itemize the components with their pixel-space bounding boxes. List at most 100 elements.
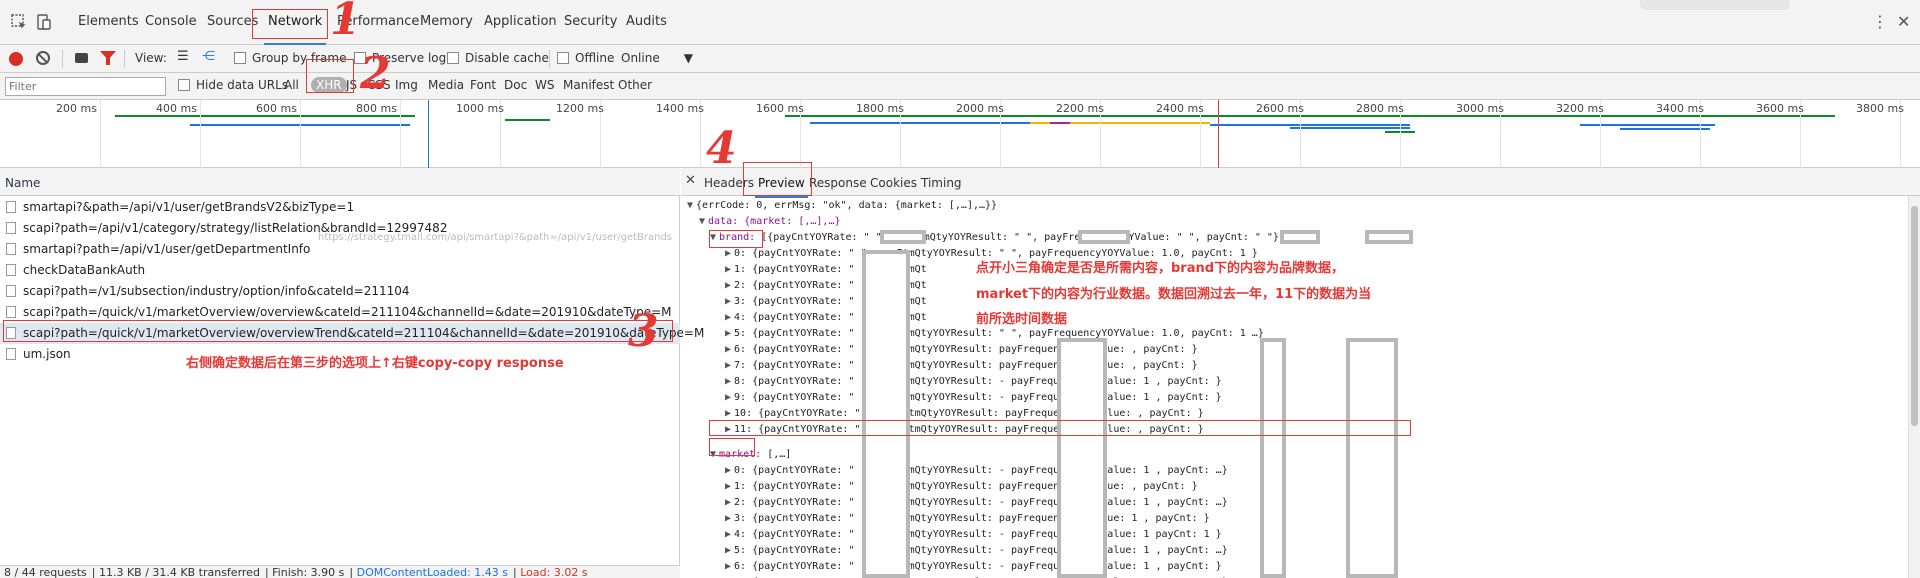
json-array-item[interactable]: ▶ 6: {payCntYOYRate: " ", payItmQtyYOYRes… bbox=[725, 344, 1198, 355]
json-item-text: 10: {payCntYOYRate: " ", payItmQtyYOYRes… bbox=[734, 408, 1204, 419]
waterfall-icon[interactable]: ⋲ bbox=[202, 49, 215, 64]
json-array-item[interactable]: ▶ 5: {payCntYOYRate: " ", payItmQtyYOYRes… bbox=[725, 545, 1228, 556]
network-toolbar: View: ☰ ⋲ Group by frame Preserve log Di… bbox=[0, 45, 1920, 73]
throttle-select[interactable]: Online ▼ bbox=[621, 51, 693, 65]
json-array-item[interactable]: ▶ 2: {payCntYOYRate: " ", payItmQtyYOYRes… bbox=[725, 497, 1228, 508]
offline-checkbox[interactable]: Offline bbox=[557, 51, 614, 65]
json-root[interactable]: ▼ {errCode: 0, errMsg: "ok", data: {marke… bbox=[687, 200, 997, 211]
view-label: View: bbox=[135, 51, 167, 65]
timeline-bar bbox=[1050, 122, 1070, 124]
url-tooltip: https://strategy.tmall.com/api/smartapi?… bbox=[318, 232, 673, 243]
collapse-triangle-icon[interactable]: ▶ bbox=[725, 545, 731, 556]
request-row[interactable]: checkDataBankAuth bbox=[0, 260, 680, 281]
collapse-triangle-icon[interactable]: ▶ bbox=[725, 481, 731, 492]
capture-screenshots-icon[interactable] bbox=[75, 53, 88, 63]
tab-cookies[interactable]: Cookies bbox=[870, 176, 917, 190]
json-array-item[interactable]: ▶ 8: {payCntYOYRate: " ", payItmQtyYOYRes… bbox=[725, 376, 1222, 387]
timeline-tick-label: 800 ms bbox=[356, 102, 397, 115]
hide-data-urls-checkbox[interactable]: Hide data URLs bbox=[178, 78, 288, 92]
collapse-triangle-icon[interactable]: ▶ bbox=[725, 280, 731, 291]
json-array-item[interactable]: ▶ 0: {payCntYOYRate: " ", payItmQtyYOYRes… bbox=[725, 465, 1228, 476]
json-array-item[interactable]: ▶ 9: {payCntYOYRate: " ", payItmQtyYOYRes… bbox=[725, 392, 1222, 403]
filter-type-doc[interactable]: Doc bbox=[504, 78, 527, 92]
tab-console[interactable]: Console bbox=[145, 14, 197, 29]
network-overview-timeline[interactable]: 200 ms 400 ms 600 ms 800 ms 1000 ms 1200 ms 14… bbox=[0, 100, 1920, 168]
timeline-tick-label: 1800 ms bbox=[856, 102, 904, 115]
request-row[interactable]: scapi?path=/v1/subsection/industry/optio… bbox=[0, 281, 680, 302]
annotation-note-right-1: 点开小三角确定是否是所需内容，brand下的内容为品牌数据， bbox=[976, 261, 1345, 276]
clear-icon[interactable] bbox=[36, 51, 50, 65]
filter-icon[interactable] bbox=[100, 51, 116, 65]
filter-type-all[interactable]: All bbox=[284, 78, 299, 92]
close-detail-icon[interactable]: ✕ bbox=[685, 173, 696, 188]
file-icon bbox=[6, 285, 16, 297]
status-bar: 8 / 44 requests | 11.3 KB / 31.4 KB trans… bbox=[0, 565, 680, 578]
filter-type-manifest[interactable]: Manifest bbox=[563, 78, 614, 92]
name-column-header[interactable]: Name bbox=[0, 168, 680, 196]
tab-application[interactable]: Application bbox=[484, 14, 557, 29]
json-array-item[interactable]: ▶ 6: {payCntYOYRate: " ", payItmQtyYOYRes… bbox=[725, 561, 1222, 572]
highlight-preview-tab bbox=[743, 162, 812, 196]
collapse-triangle-icon[interactable]: ▶ bbox=[725, 328, 731, 339]
tab-timing[interactable]: Timing bbox=[921, 176, 962, 190]
annotation-note-right-2: market下的内容为行业数据。数据回溯过去一年，11下的数据为当 bbox=[976, 287, 1372, 302]
scrollbar-thumb[interactable] bbox=[1911, 206, 1918, 426]
collapse-triangle-icon[interactable]: ▶ bbox=[725, 561, 731, 572]
more-options-icon[interactable]: ⋮ bbox=[1872, 12, 1888, 31]
tab-security[interactable]: Security bbox=[564, 14, 617, 29]
json-array-item[interactable]: ▶ 1: {payCntYOYRate: " ", payItmQtyYOYRes… bbox=[725, 481, 1198, 492]
json-brand[interactable]: ▼ brand: [{payCntYOYRate: " ", payItmQtyY… bbox=[710, 232, 1297, 243]
load-time: Load: 3.02 s bbox=[520, 566, 588, 578]
collapse-triangle-icon[interactable]: ▶ bbox=[725, 497, 731, 508]
request-row[interactable]: smartapi?&path=/api/v1/user/getBrandsV2&… bbox=[0, 197, 680, 218]
tab-audits[interactable]: Audits bbox=[626, 14, 667, 29]
collapse-triangle-icon[interactable]: ▶ bbox=[725, 264, 731, 275]
large-rows-icon[interactable]: ☰ bbox=[177, 49, 189, 64]
filter-type-media[interactable]: Media bbox=[428, 78, 464, 92]
device-toolbar-icon[interactable] bbox=[35, 13, 53, 31]
vertical-scrollbar[interactable] bbox=[1908, 196, 1920, 578]
json-array-item[interactable]: ▶ 3: {payCntYOYRate: " ", payItmQtyYOYRes… bbox=[725, 513, 1210, 524]
timeline-tick-label: 200 ms bbox=[56, 102, 97, 115]
divider bbox=[124, 50, 125, 68]
collapse-triangle-icon[interactable]: ▶ bbox=[725, 465, 731, 476]
filter-type-ws[interactable]: WS bbox=[535, 78, 554, 92]
collapse-triangle-icon[interactable]: ▶ bbox=[725, 392, 731, 403]
filter-input[interactable] bbox=[5, 77, 166, 96]
highlight-item-11 bbox=[709, 420, 1411, 436]
collapse-triangle-icon[interactable]: ▶ bbox=[725, 360, 731, 371]
disable-cache-checkbox[interactable]: Disable cache bbox=[447, 51, 549, 65]
json-array-item[interactable]: ▶7: {payCntYOYRate: " ", payItmQtyYOYRes… bbox=[725, 360, 1198, 371]
collapse-triangle-icon[interactable]: ▶ bbox=[725, 376, 731, 387]
redaction-box bbox=[1346, 338, 1398, 578]
collapse-triangle-icon[interactable]: ▶ bbox=[725, 296, 731, 307]
tab-memory[interactable]: Memory bbox=[420, 14, 473, 29]
filter-type-img[interactable]: Img bbox=[395, 78, 418, 92]
filter-type-other[interactable]: Other bbox=[618, 78, 652, 92]
collapse-triangle-icon[interactable]: ▶ bbox=[725, 529, 731, 540]
record-icon[interactable] bbox=[9, 52, 23, 66]
collapse-triangle-icon[interactable]: ▶ bbox=[725, 408, 731, 419]
collapse-triangle-icon[interactable]: ▶ bbox=[725, 344, 731, 355]
collapse-triangle-icon[interactable]: ▶ bbox=[725, 248, 731, 259]
collapse-triangle-icon[interactable]: ▶ bbox=[725, 513, 731, 524]
json-array-item[interactable]: ▶ 4: {payCntYOYRate: " ", payItmQtyYOYRes… bbox=[725, 529, 1222, 540]
inspect-element-icon[interactable] bbox=[10, 13, 28, 31]
file-icon bbox=[6, 201, 16, 213]
tab-elements[interactable]: Elements bbox=[78, 14, 139, 29]
redaction-box bbox=[1057, 338, 1107, 578]
json-array-item[interactable]: ▶ 10: {payCntYOYRate: " ", payItmQtyYOYRe… bbox=[725, 408, 1204, 419]
redaction-box bbox=[1260, 338, 1286, 578]
tab-sources[interactable]: Sources bbox=[207, 14, 258, 29]
divider bbox=[549, 50, 550, 68]
tab-response[interactable]: Response bbox=[809, 176, 867, 190]
expand-triangle-icon: ▼ bbox=[699, 216, 706, 227]
filter-type-font[interactable]: Font bbox=[470, 78, 496, 92]
json-array-item[interactable]: ▶ 5: {payCntYOYRate: " ", payItmQtyYOYRes… bbox=[725, 328, 1264, 339]
step-number-2: 2 bbox=[360, 48, 391, 99]
json-data[interactable]: ▼ data: {market: [,…],…} bbox=[699, 216, 840, 227]
close-icon[interactable]: ✕ bbox=[1897, 12, 1910, 31]
timeline-tick-label: 3600 ms bbox=[1756, 102, 1804, 115]
json-item-text: 0: {payCntYOYRate: " ", payItmQtyYOYResu… bbox=[734, 465, 1228, 476]
collapse-triangle-icon[interactable]: ▶ bbox=[725, 312, 731, 323]
